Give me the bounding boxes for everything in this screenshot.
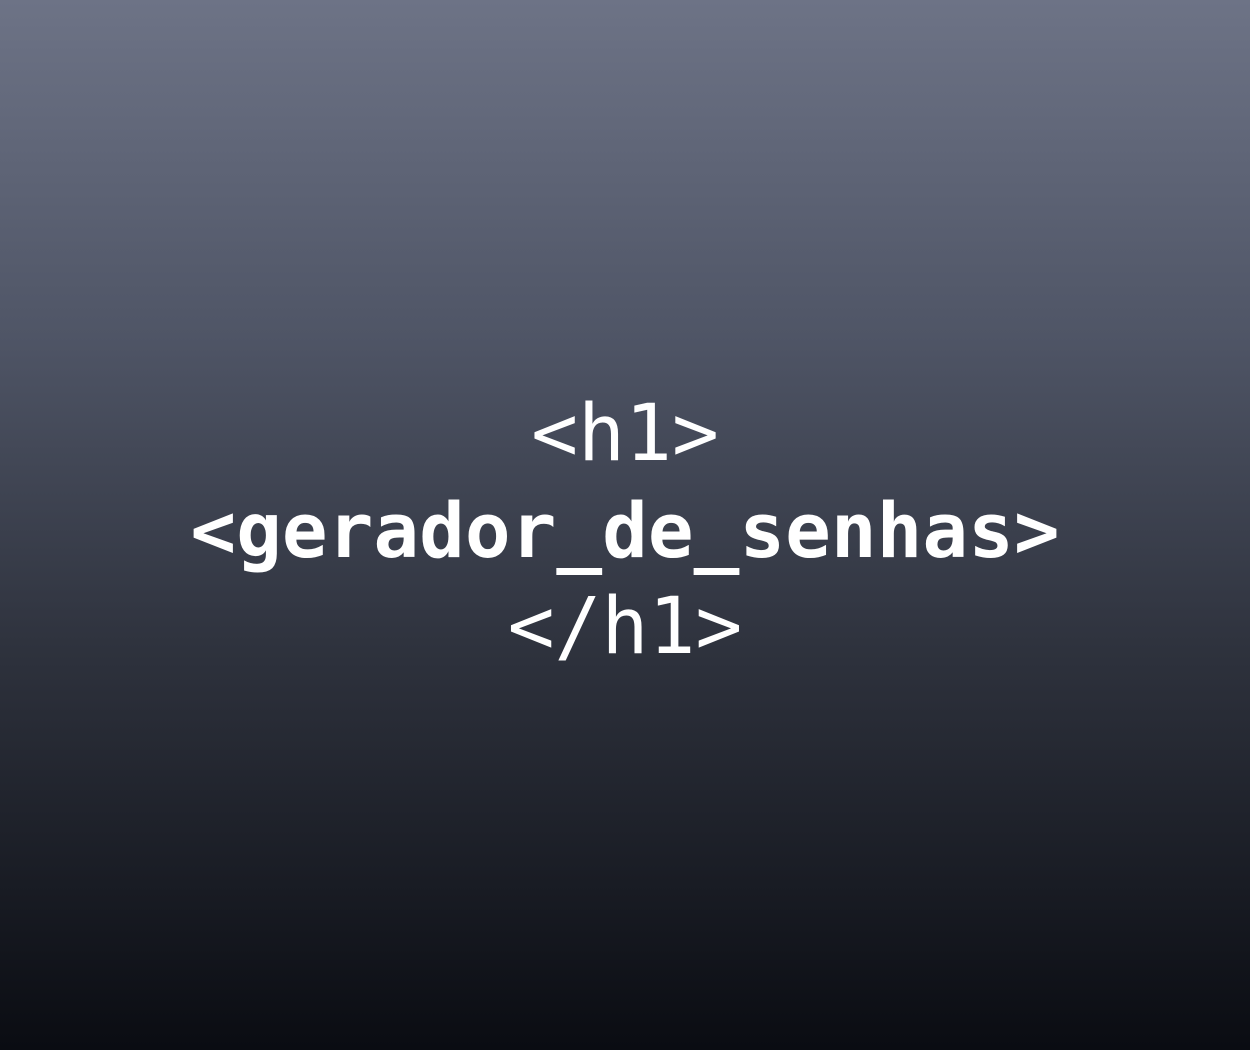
- page-title: <gerador_de_senhas>: [190, 486, 1060, 575]
- opening-h1-tag: <h1>: [531, 389, 719, 479]
- hero-banner: <h1> <gerador_de_senhas> </h1>: [0, 0, 1250, 1050]
- closing-h1-tag: </h1>: [507, 582, 743, 672]
